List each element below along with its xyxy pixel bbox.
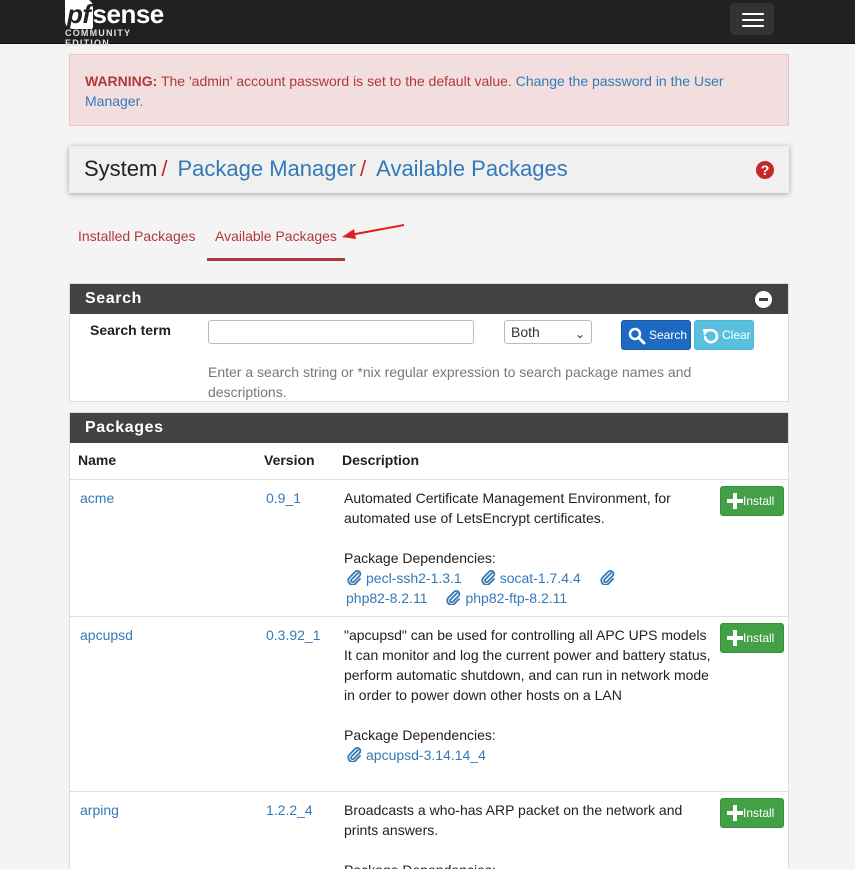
paperclip-icon	[446, 590, 461, 605]
package-name-link[interactable]: apcupsd	[80, 627, 133, 643]
clear-button[interactable]: Clear	[694, 320, 754, 350]
search-button[interactable]: Search	[621, 320, 691, 350]
menu-toggle-button[interactable]	[730, 3, 774, 35]
collapse-icon[interactable]	[755, 291, 772, 308]
password-warning-alert: WARNING: The 'admin' account password is…	[69, 54, 789, 126]
dependency-link[interactable]	[599, 570, 619, 586]
red-arrow-annotation	[342, 224, 405, 239]
breadcrumb-available-packages[interactable]: Available Packages	[376, 156, 568, 181]
search-panel-heading: Search	[70, 284, 788, 314]
dependencies-label: Package Dependencies:	[344, 550, 496, 566]
packages-panel-heading: Packages	[70, 413, 788, 443]
search-scope-select[interactable]: Both ⌄	[504, 320, 592, 344]
dependencies-label: Package Dependencies:	[344, 860, 712, 869]
search-panel: Search Search term Both ⌄ Search Clear E…	[69, 283, 789, 402]
logo-wordmark: pfsense	[65, 0, 164, 29]
chevron-down-icon: ⌄	[574, 327, 585, 341]
package-name-link[interactable]: arping	[80, 802, 119, 818]
plus-icon	[727, 805, 743, 821]
help-icon[interactable]: ?	[756, 161, 774, 179]
column-header-description[interactable]: Description	[342, 452, 419, 468]
package-description: Broadcasts a who-has ARP packet on the n…	[344, 800, 712, 869]
dependency-list: apcupsd-3.14.14_4	[344, 745, 712, 765]
dependency-link[interactable]: apcupsd-3.14.14_4	[346, 747, 486, 763]
logo-edition: COMMUNITY EDITION	[65, 28, 132, 48]
column-header-version[interactable]: Version	[264, 452, 315, 468]
breadcrumb-separator: /	[161, 156, 168, 181]
dependency-link[interactable]: php82-8.2.11	[346, 590, 427, 606]
active-tab-indicator	[207, 258, 345, 261]
pfsense-logo[interactable]: pfsense COMMUNITY EDITION	[65, 0, 175, 48]
hamburger-icon	[742, 13, 764, 15]
package-tabs: Installed Packages Available Packages	[69, 220, 789, 262]
top-navbar: pfsense COMMUNITY EDITION	[0, 0, 855, 48]
breadcrumb: System / Package Manager / Available Package…	[69, 146, 789, 193]
package-description: Automated Certificate Management Environ…	[344, 488, 712, 608]
package-version-link[interactable]: 0.9_1	[266, 490, 301, 506]
paperclip-icon	[347, 747, 362, 762]
plus-icon	[727, 493, 743, 509]
dependency-list: pecl-ssh2-1.3.1 socat-1.7.4.4 php82-8.2.11…	[344, 568, 712, 608]
tab-available-packages[interactable]: Available Packages	[215, 228, 337, 244]
breadcrumb-system: System	[84, 156, 158, 181]
undo-icon	[703, 328, 719, 344]
package-version-link[interactable]: 0.3.92_1	[266, 627, 321, 643]
table-row: arping 1.2.2_4 Broadcasts a who-has ARP …	[70, 791, 788, 869]
warning-text: The 'admin' account password is set to t…	[157, 73, 516, 89]
search-term-input[interactable]	[208, 320, 474, 344]
dependency-link[interactable]: socat-1.7.4.4	[480, 570, 581, 586]
paperclip-icon	[481, 570, 495, 585]
plus-icon	[727, 630, 743, 646]
package-version-link[interactable]: 1.2.2_4	[266, 802, 313, 818]
dependency-link[interactable]: pecl-ssh2-1.3.1	[346, 570, 462, 586]
dependency-link[interactable]: php82-ftp-8.2.11	[445, 590, 567, 606]
table-row: acme 0.9_1 Automated Certificate Managem…	[70, 479, 788, 616]
paperclip-icon	[600, 570, 614, 585]
search-icon	[628, 327, 646, 345]
breadcrumb-package-manager[interactable]: Package Manager	[177, 156, 356, 181]
install-button[interactable]: Install	[720, 798, 784, 828]
search-term-label: Search term	[90, 322, 171, 338]
table-row: apcupsd 0.3.92_1 "apcupsd" can be used f…	[70, 616, 788, 791]
breadcrumb-separator: /	[360, 156, 367, 181]
tab-installed-packages[interactable]: Installed Packages	[78, 228, 196, 244]
packages-panel: Packages Name Version Description acme 0…	[69, 412, 789, 869]
package-name-link[interactable]: acme	[80, 490, 114, 506]
paperclip-icon	[347, 570, 362, 585]
warning-label: WARNING:	[85, 73, 158, 89]
package-description: "apcupsd" can be used for controlling al…	[344, 627, 712, 765]
install-button[interactable]: Install	[720, 623, 784, 653]
column-header-name[interactable]: Name	[78, 452, 116, 468]
dependencies-label: Package Dependencies:	[344, 727, 496, 743]
search-help-text: Enter a search string or *nix regular ex…	[208, 364, 692, 400]
install-button[interactable]: Install	[720, 486, 784, 516]
